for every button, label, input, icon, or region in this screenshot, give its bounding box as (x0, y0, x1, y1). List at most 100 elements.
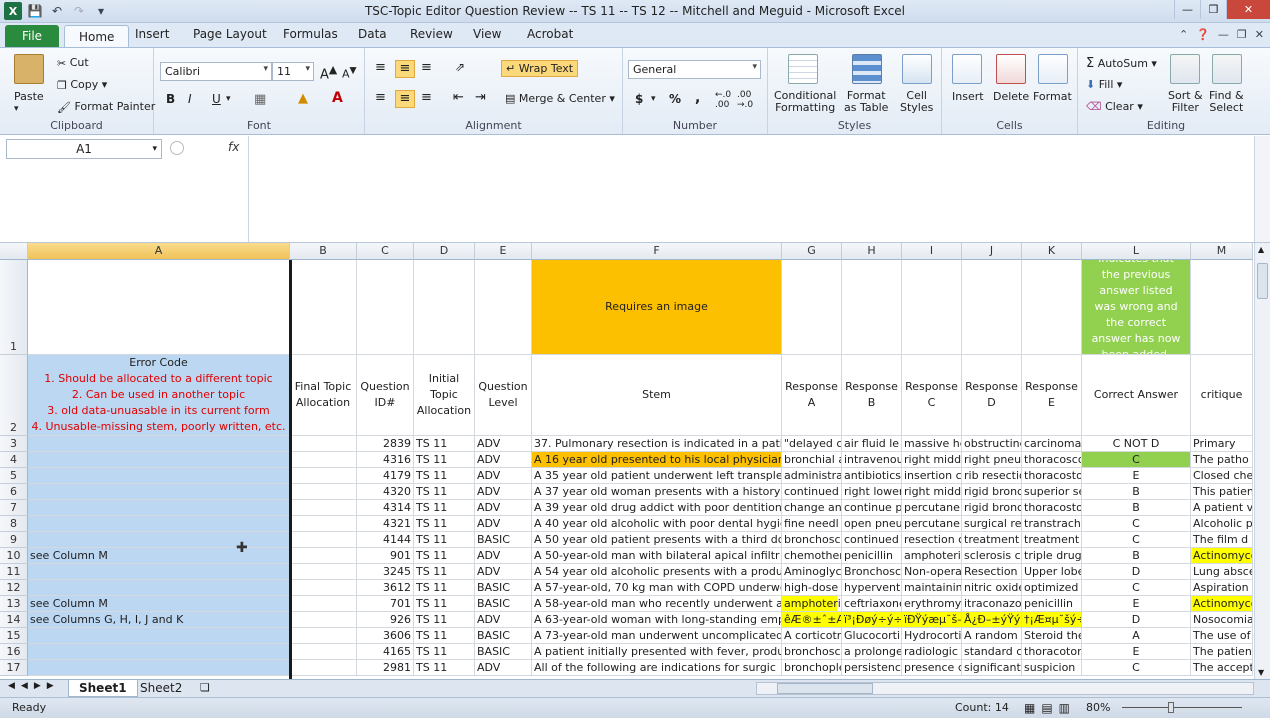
cell-j10[interactable]: sclerosis c (962, 548, 1022, 564)
cell-j11[interactable]: Resection (962, 564, 1022, 580)
cell-i17[interactable]: presence c (902, 660, 962, 676)
cell-f9[interactable]: A 50 year old patient presents with a th… (532, 532, 782, 548)
align-middle-icon[interactable]: ≡ (395, 60, 415, 78)
cell-i11[interactable]: Non-opera (902, 564, 962, 580)
cell-i6[interactable]: right midd (902, 484, 962, 500)
cell-e9[interactable]: BASIC (475, 532, 532, 548)
cell-l12[interactable]: C (1082, 580, 1191, 596)
zoom-slider[interactable] (1122, 707, 1242, 708)
cell-g6[interactable]: continued (782, 484, 842, 500)
sheet-tab-sheet2[interactable]: Sheet2 (130, 680, 192, 697)
cell-m10[interactable]: Actinomyco (1191, 548, 1253, 564)
cell-k3[interactable]: carcinoma (1022, 436, 1082, 452)
cell-k12[interactable]: optimized (1022, 580, 1082, 596)
cell-k13[interactable]: penicillin (1022, 596, 1082, 612)
tab-acrobat[interactable]: Acrobat (527, 27, 573, 41)
cell-c17[interactable]: 2981 (357, 660, 414, 676)
cell-a4[interactable] (28, 452, 290, 468)
cell-m15[interactable]: The use of (1191, 628, 1253, 644)
cell-d9[interactable]: TS 11 (414, 532, 475, 548)
minimize-button[interactable]: — (1174, 0, 1200, 19)
cell-g4[interactable]: bronchial a (782, 452, 842, 468)
cell-e10[interactable]: ADV (475, 548, 532, 564)
cell-g11[interactable]: Aminoglyc (782, 564, 842, 580)
cell-c11[interactable]: 3245 (357, 564, 414, 580)
cell-a13[interactable]: see Column M (28, 596, 290, 612)
cell-h7[interactable]: continue p (842, 500, 902, 516)
fill-button[interactable]: ⬇ Fill ▾ (1086, 78, 1122, 91)
cell-e3[interactable]: ADV (475, 436, 532, 452)
cell-m6[interactable]: This patien (1191, 484, 1253, 500)
cell-i9[interactable]: resection c (902, 532, 962, 548)
cell-m5[interactable]: Closed che (1191, 468, 1253, 484)
cell-f10[interactable]: A 50-year-old man with bilateral apical … (532, 548, 782, 564)
cell-l16[interactable]: E (1082, 644, 1191, 660)
tab-insert[interactable]: Insert (135, 27, 169, 41)
cell-b1[interactable] (290, 260, 357, 355)
cell-l7[interactable]: B (1082, 500, 1191, 516)
cell-a15[interactable] (28, 628, 290, 644)
cell-m13[interactable]: Actinomyco (1191, 596, 1253, 612)
paste-icon[interactable] (14, 54, 44, 84)
column-header-h[interactable]: H (842, 243, 902, 260)
cell-k14[interactable]: †¡Æ¤µ˘šý÷ý (1022, 612, 1082, 628)
row-header[interactable]: 11 (0, 564, 28, 580)
insert-function-icon[interactable]: fx (228, 140, 239, 154)
cell-e13[interactable]: BASIC (475, 596, 532, 612)
cell-d7[interactable]: TS 11 (414, 500, 475, 516)
cell-e8[interactable]: ADV (475, 516, 532, 532)
vertical-scrollbar[interactable]: ▲ ▼ (1254, 243, 1270, 679)
cell-a11[interactable] (28, 564, 290, 580)
autosum-button[interactable]: Σ AutoSum ▾ (1086, 56, 1157, 71)
cell-a14[interactable]: see Columns G, H, I, J and K (28, 612, 290, 628)
insert-button[interactable]: Insert (952, 90, 984, 103)
cell-a5[interactable] (28, 468, 290, 484)
cell-a3[interactable] (28, 436, 290, 452)
zoom-slider-thumb[interactable] (1168, 702, 1174, 713)
cell-i10[interactable]: amphoteri (902, 548, 962, 564)
cell-h16[interactable]: a prolonge (842, 644, 902, 660)
cell-l14[interactable]: D (1082, 612, 1191, 628)
borders-icon[interactable]: ▦ (254, 92, 266, 107)
format-button[interactable]: Format (1033, 90, 1072, 103)
tab-view[interactable]: View (473, 27, 501, 41)
cell-e6[interactable]: ADV (475, 484, 532, 500)
header-cell-i[interactable]: Response C (902, 355, 962, 436)
cell-c7[interactable]: 4314 (357, 500, 414, 516)
doc-restore-icon[interactable]: ❐ (1237, 28, 1247, 41)
row-header[interactable]: 5 (0, 468, 28, 484)
cell-c15[interactable]: 3606 (357, 628, 414, 644)
column-header-m[interactable]: M (1191, 243, 1253, 260)
cell-b3[interactable] (290, 436, 357, 452)
paste-button[interactable]: Paste (14, 90, 44, 103)
cell-i15[interactable]: Hydrocortis (902, 628, 962, 644)
column-header-j[interactable]: J (962, 243, 1022, 260)
cell-g16[interactable]: bronchosco (782, 644, 842, 660)
paste-dropdown-icon[interactable]: ▾ (14, 104, 19, 114)
align-bottom-icon[interactable]: ≡ (421, 60, 432, 75)
row-header[interactable]: 3 (0, 436, 28, 452)
column-header-k[interactable]: K (1022, 243, 1082, 260)
cell-m7[interactable]: A patient v (1191, 500, 1253, 516)
spreadsheet-grid[interactable]: A B C D E F G H I J K L M 1 2 3 4 5 6 7 8 9 10 11 12 13 14 15 16 17 Re… (0, 243, 1254, 679)
column-header-f[interactable]: F (532, 243, 782, 260)
cell-b16[interactable] (290, 644, 357, 660)
row-header[interactable]: 12 (0, 580, 28, 596)
tab-review[interactable]: Review (410, 27, 453, 41)
doc-minimize-icon[interactable]: — (1218, 28, 1229, 41)
cell-h8[interactable]: open pneu (842, 516, 902, 532)
merge-center-button[interactable]: ▤ Merge & Center ▾ (505, 92, 615, 105)
percent-button[interactable]: % (669, 92, 681, 106)
row-header[interactable]: 1 (0, 260, 28, 355)
delete-button[interactable]: Delete (993, 90, 1029, 103)
copy-button[interactable]: ❐ Copy ▾ (57, 78, 107, 92)
cell-k8[interactable]: transtrach (1022, 516, 1082, 532)
cell-k9[interactable]: treatment (1022, 532, 1082, 548)
cell-e15[interactable]: BASIC (475, 628, 532, 644)
cell-g17[interactable]: bronchople (782, 660, 842, 676)
cell-k17[interactable]: suspicion (1022, 660, 1082, 676)
cell-e11[interactable]: ADV (475, 564, 532, 580)
cell-j15[interactable]: A random (962, 628, 1022, 644)
cell-m17[interactable]: The accept (1191, 660, 1253, 676)
header-cell-g[interactable]: Response A (782, 355, 842, 436)
